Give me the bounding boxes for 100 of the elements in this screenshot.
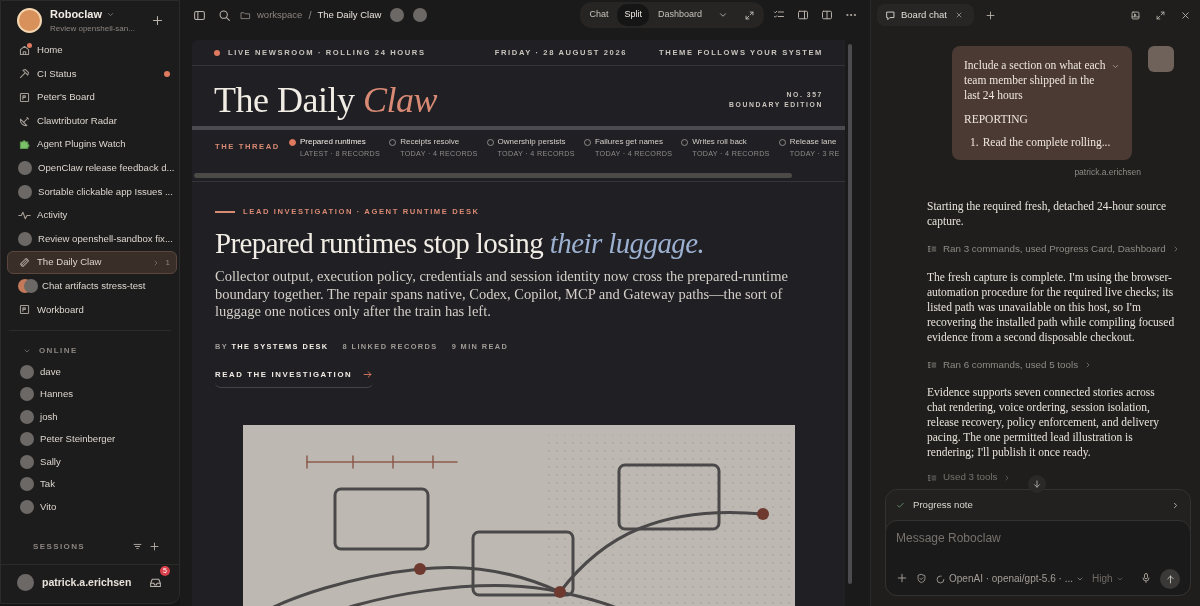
sidebar-item[interactable]: Workboard — [7, 298, 177, 322]
logo-avatar — [17, 7, 42, 33]
list-marker: 1. — [970, 135, 979, 151]
puzzle-icon — [18, 138, 31, 152]
sidebar-item[interactable]: Activity — [7, 203, 177, 228]
horizontal-scrollbar[interactable] — [194, 173, 792, 178]
sidebar-item[interactable]: CI Status — [7, 62, 177, 86]
user-item[interactable]: dave — [7, 360, 177, 384]
media-icon — [1130, 9, 1141, 21]
sidebar-item[interactable]: Peter's Board — [7, 85, 177, 110]
message-input[interactable]: Message Roboclaw OpenAI · openai/gpt-5.6 · ... High — [885, 520, 1191, 596]
sidebar-item[interactable]: Sortable clickable app Issues ... — [7, 180, 177, 204]
arrow-up-icon — [1164, 573, 1176, 585]
avatar-icon — [18, 232, 32, 247]
breadcrumb-link[interactable]: workspace — [257, 7, 303, 23]
count: 1 — [165, 256, 170, 269]
columns-icon — [821, 9, 833, 21]
vertical-scrollbar[interactable] — [848, 44, 852, 584]
model-selector[interactable]: OpenAI · openai/gpt-5.6 · ... — [935, 573, 1084, 585]
message-text: Include a section on what each team member shipped in the last 24 hours — [964, 58, 1107, 104]
online-section-header[interactable]: ONLINE — [1, 330, 179, 361]
user-item[interactable]: Hannes — [7, 383, 177, 406]
avatar-icon — [18, 184, 32, 199]
tool-summary[interactable]: Used 3 tools — [927, 470, 1200, 486]
plus-icon — [151, 13, 164, 27]
chat-tab[interactable]: Board chat — [877, 4, 974, 27]
progress-note[interactable]: Progress note — [886, 490, 1190, 520]
user-avatar — [17, 574, 34, 592]
avatar-icon — [18, 161, 32, 176]
article-summary: Collector output, execution policy, credentials and session identity now cross the prepared-runtime boundary together. The repair spans native, Codex, Copilot, MCP and Gateway paths—the sort of luggage one notices only after the train has left. — [215, 268, 789, 321]
tool-list-icon — [927, 472, 937, 483]
sidebar-item[interactable]: Home — [7, 38, 177, 63]
tool-summary[interactable]: Ran 3 commands, used Progress Card, Dashboard — [927, 242, 1200, 257]
sidebar-icon — [193, 8, 206, 22]
sidebar-item[interactable]: Clawtributor Radar — [7, 109, 177, 133]
close-icon — [954, 11, 963, 20]
sidebar-item[interactable]: Review openshell-sandbox fix... — [7, 227, 177, 251]
assistant-message: The fresh capture is complete. I'm using the browser-automation procedure for the required live checks; its listed path was unavailable on this host, so I'm recovering the installed path while compiling focused evidence from a second disposable checkout. — [927, 269, 1176, 345]
plus-icon — [984, 9, 996, 21]
message-section: REPORTING — [964, 112, 1120, 128]
sidebar-item[interactable]: Chat artifacts stress-test — [7, 274, 177, 299]
assistant-message: Starting the required fresh, detached 24-hour source capture. — [927, 199, 1168, 229]
expand-icon — [1155, 9, 1166, 21]
article-headline: Prepared runtimes stop losing their luggage. — [215, 226, 706, 262]
breadcrumb-separator: / — [308, 7, 312, 23]
assistant-message: Evidence supports seven connected stories across chat rendering, voice ordering, session isolation, release recovery, policy enforcement, and delivery pacing. The one permitted lead illustration is rendering; I'll publish it once ready. — [927, 385, 1160, 461]
sidebar-item[interactable]: OpenClaw release feedback d... — [7, 156, 177, 181]
user-item[interactable]: Tak — [7, 473, 177, 496]
chevron-down-icon — [718, 10, 728, 20]
user-item[interactable]: josh — [7, 405, 177, 429]
tool-summary[interactable]: Ran 6 commands, used 5 tools — [927, 357, 1200, 373]
plus-icon — [149, 541, 160, 553]
sidebar-item[interactable]: Agent Plugins Watch — [7, 132, 177, 157]
workspace-name[interactable]: Roboclaw — [50, 6, 102, 23]
plus-icon — [896, 572, 908, 584]
workspace-subtitle: Review openshell-san... — [50, 22, 136, 35]
avatar-pair-icon — [18, 279, 36, 294]
folder-icon — [240, 9, 251, 21]
user-item[interactable]: Peter Steinberger — [7, 428, 177, 451]
microphone-button[interactable] — [1140, 572, 1152, 586]
chevron-right-icon — [1171, 500, 1180, 510]
avatar-icon — [20, 499, 34, 514]
checklist-icon — [773, 9, 785, 21]
avatar-icon — [20, 409, 34, 424]
avatar-icon — [20, 432, 34, 447]
user-item[interactable]: Vito — [7, 495, 177, 519]
board-icon — [18, 91, 31, 104]
avatar-icon — [20, 387, 34, 402]
kicker-rule — [215, 210, 235, 213]
view-tab[interactable]: Chat — [582, 4, 616, 26]
home-icon — [18, 43, 31, 57]
close-icon — [1180, 9, 1191, 21]
microphone-icon — [1140, 572, 1152, 584]
sidebar-item[interactable]: The Daily Claw 1 — [7, 250, 177, 275]
send-button[interactable] — [1160, 569, 1180, 589]
user-item[interactable]: Sally — [7, 450, 177, 474]
avatar-icon — [20, 477, 34, 492]
live-dot — [214, 49, 220, 56]
tool-list-icon — [927, 360, 937, 371]
breadcrumb-link[interactable]: The Daily Claw — [317, 7, 382, 23]
newspaper-icon — [18, 256, 31, 270]
chevron-down-icon — [1075, 575, 1084, 583]
expand-icon — [744, 9, 755, 21]
tool-list-icon — [927, 244, 937, 255]
spinner-icon — [935, 573, 946, 585]
avatar-icon — [20, 454, 34, 469]
avatar-icon — [413, 8, 428, 22]
chat-icon — [885, 9, 896, 21]
permissions-button[interactable] — [916, 572, 927, 586]
view-tab[interactable]: Dashboard — [650, 4, 709, 26]
board-icon — [18, 303, 31, 317]
avatar-icon — [390, 8, 405, 22]
user-avatar — [1148, 46, 1174, 73]
arrow-down-icon — [1032, 479, 1042, 489]
view-tab[interactable]: Split — [617, 4, 649, 26]
chevron-down-icon — [1115, 575, 1124, 583]
list-item: Read the complete rolling... — [982, 135, 1111, 151]
panel-icon — [797, 9, 809, 21]
user-name[interactable]: patrick.a.erichsen — [42, 574, 138, 591]
scroll-down-button[interactable] — [1028, 475, 1046, 493]
